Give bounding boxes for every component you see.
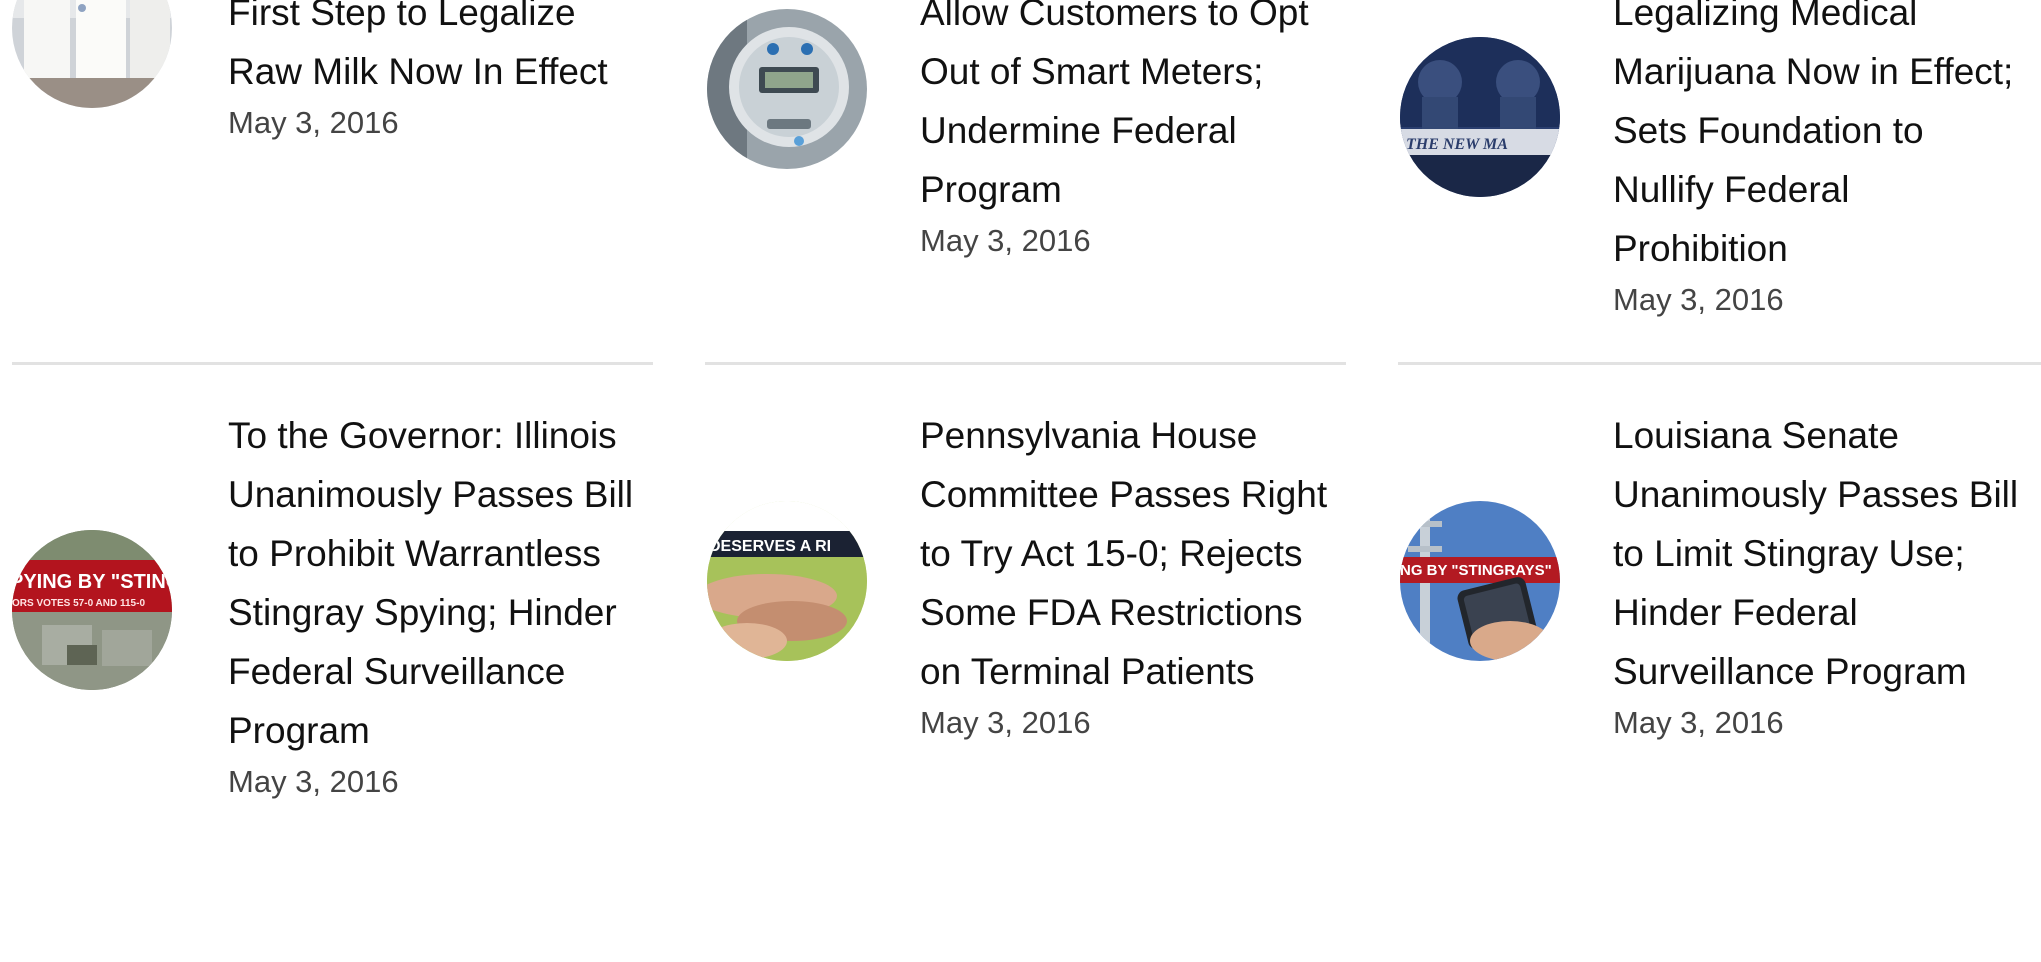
article-text: Legalizing Medical Marijuana Now in Effe… (1613, 0, 2041, 320)
title-line: First Step to Legalize (228, 0, 576, 33)
article-text: Allow Customers to Opt Out of Smart Mete… (920, 0, 1350, 261)
divider (1398, 362, 2041, 365)
cell-tower-thumbnail[interactable]: NG BY "STINGRAYS" (1400, 501, 1560, 661)
title-line: Pennsylvania House (920, 415, 1258, 456)
title-line: To the Governor: Illinois (228, 415, 617, 456)
holding-hands-thumbnail[interactable]: DESERVES A RI (707, 501, 867, 661)
article-text: Louisiana Senate Unanimously Passes Bill… (1613, 406, 2041, 743)
title-line: Stingray Spying; Hinder (228, 592, 617, 633)
title-line: Some FDA Restrictions (920, 592, 1303, 633)
title-line: Legalizing Medical (1613, 0, 1918, 33)
stingray-spying-thumbnail[interactable]: PYING BY "STING ORS VOTES 57-0 AND 115-0 (12, 530, 172, 690)
article-date: May 3, 2016 (228, 105, 399, 140)
divider (12, 362, 653, 365)
title-line: Louisiana Senate (1613, 415, 1899, 456)
title-line: Federal Surveillance (228, 651, 566, 692)
milk-bottles-thumbnail[interactable] (12, 0, 172, 108)
article-title-link[interactable]: To the Governor: Illinois Unanimously Pa… (228, 406, 668, 760)
title-line: Nullify Federal (1613, 169, 1850, 210)
title-line: to Try Act 15-0; Rejects (920, 533, 1303, 574)
title-line: Marijuana Now in Effect; (1613, 51, 2014, 92)
article-date: May 3, 2016 (920, 223, 1091, 258)
title-line: Unanimously Passes Bill (228, 474, 634, 515)
title-line: on Terminal Patients (920, 651, 1255, 692)
title-line: Raw Milk Now In Effect (228, 51, 608, 92)
thumbnail-caption: DESERVES A RI (709, 538, 831, 555)
article-title-link[interactable]: Pennsylvania House Committee Passes Righ… (920, 406, 1360, 701)
thumbnail-caption: NG BY "STINGRAYS" (1400, 562, 1552, 579)
title-line: Committee Passes Right (920, 474, 1328, 515)
thumbnail-caption: THE NEW MA (1406, 136, 1508, 153)
article-title-link[interactable]: Louisiana Senate Unanimously Passes Bill… (1613, 406, 2041, 701)
riot-police-thumbnail[interactable]: THE NEW MA (1400, 37, 1560, 197)
article-title-link[interactable]: First Step to Legalize Raw Milk Now In E… (228, 0, 658, 101)
article-title-link[interactable]: Legalizing Medical Marijuana Now in Effe… (1613, 0, 2041, 278)
title-line: to Prohibit Warrantless (228, 533, 601, 574)
thumbnail-subcaption: ORS VOTES 57-0 AND 115-0 (12, 598, 145, 609)
title-line: Hinder Federal (1613, 592, 1858, 633)
title-line: Undermine Federal (920, 110, 1237, 151)
title-line: Program (920, 169, 1062, 210)
thumbnail-caption: PYING BY "STING (12, 571, 172, 593)
title-line: Unanimously Passes Bill (1613, 474, 2019, 515)
article-text: First Step to Legalize Raw Milk Now In E… (228, 0, 658, 143)
article-text: To the Governor: Illinois Unanimously Pa… (228, 406, 668, 802)
article-date: May 3, 2016 (1613, 705, 1784, 740)
title-line: Surveillance Program (1613, 651, 1967, 692)
article-text: Pennsylvania House Committee Passes Righ… (920, 406, 1360, 743)
article-title-link[interactable]: Allow Customers to Opt Out of Smart Mete… (920, 0, 1350, 219)
article-date: May 3, 2016 (1613, 282, 1784, 317)
title-line: Out of Smart Meters; (920, 51, 1264, 92)
title-line: Allow Customers to Opt (920, 0, 1309, 33)
title-line: to Limit Stingray Use; (1613, 533, 1965, 574)
article-date: May 3, 2016 (228, 764, 399, 799)
title-line: Program (228, 710, 370, 751)
title-line: Sets Foundation to (1613, 110, 1924, 151)
title-line: Prohibition (1613, 228, 1788, 269)
smart-meter-thumbnail[interactable] (707, 9, 867, 169)
related-posts-grid: First Step to Legalize Raw Milk Now In E… (0, 0, 2041, 962)
article-date: May 3, 2016 (920, 705, 1091, 740)
divider (705, 362, 1346, 365)
